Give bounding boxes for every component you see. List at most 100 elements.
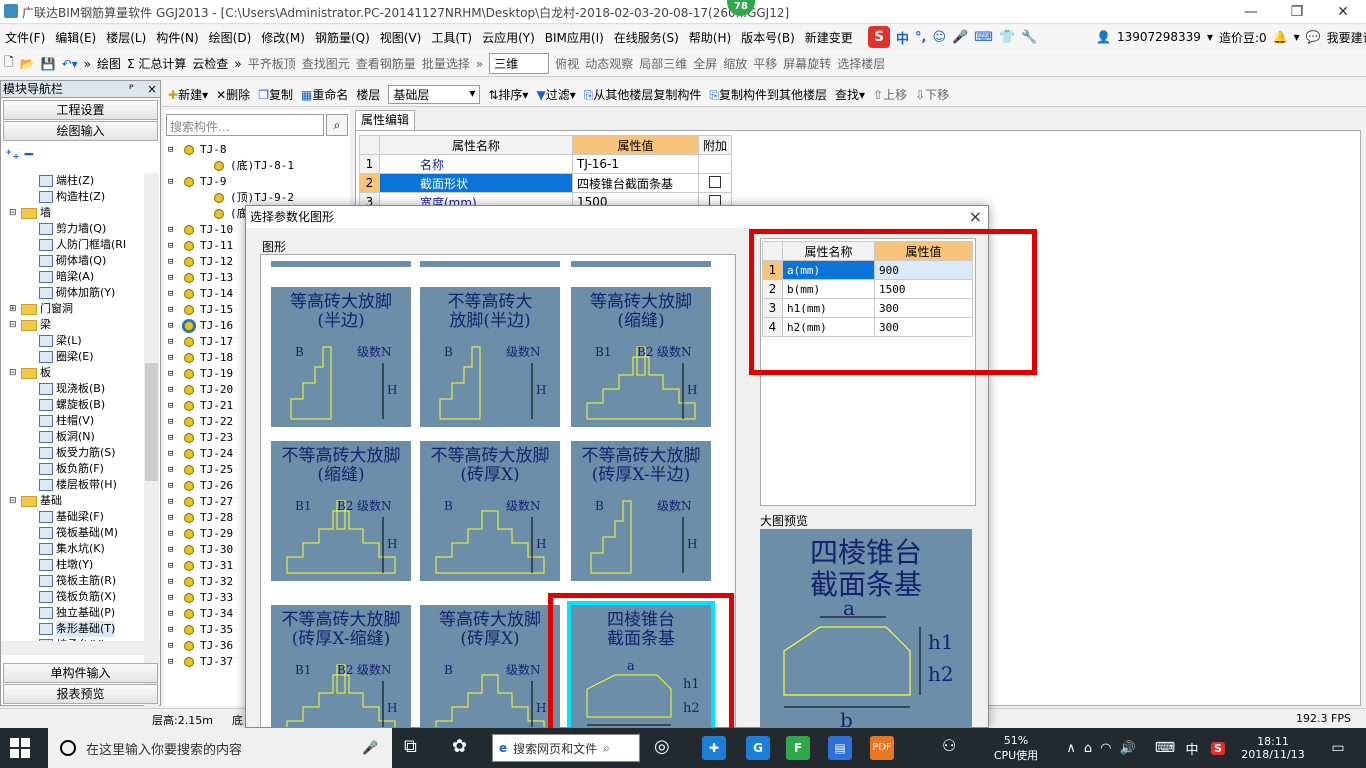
- nav-hscrollbar[interactable]: [1, 641, 160, 655]
- nav-tree-item[interactable]: 砌体加筋(Y): [5, 285, 145, 301]
- windows-start-icon[interactable]: [10, 738, 30, 758]
- bell-icon[interactable]: 🔔: [1273, 30, 1288, 44]
- expand-collapse-icon[interactable]: ⁺₊ ━: [5, 147, 33, 163]
- menu-item-4[interactable]: 绘图(D): [204, 29, 257, 46]
- expand-icon[interactable]: ⊟: [9, 365, 19, 381]
- dialog-close-icon[interactable]: ×: [969, 206, 982, 228]
- nav-tree-item[interactable]: 柱墩(Y): [5, 557, 145, 573]
- nav-scrollbar[interactable]: [144, 173, 159, 721]
- browser-icon[interactable]: ◎: [654, 736, 678, 760]
- expand-icon[interactable]: ⊟: [168, 302, 178, 318]
- chevron-up-icon[interactable]: ∧: [1066, 741, 1076, 756]
- expand-icon[interactable]: ⊟: [168, 238, 178, 254]
- view-rebar-button[interactable]: 查看钢筋量: [356, 55, 416, 72]
- draw-button[interactable]: 绘图: [97, 55, 121, 72]
- menu-item-0[interactable]: 文件(F): [0, 29, 50, 46]
- nav-tree-item[interactable]: ⊟ 墙: [5, 205, 145, 221]
- orbit-button[interactable]: 动态观察: [585, 55, 633, 72]
- shape-tile[interactable]: 等高砖大放脚 (半边) B 级数N H: [271, 287, 411, 427]
- nav-tree-item[interactable]: 条形基础(T): [5, 621, 145, 637]
- scroll-thumb[interactable]: [735, 337, 736, 573]
- expand-icon[interactable]: ⊟: [168, 494, 178, 510]
- fullscreen-button[interactable]: 全屏: [693, 55, 717, 72]
- nav-tree-item[interactable]: 柱帽(V): [5, 413, 145, 429]
- nav-tree-item[interactable]: 构造柱(Z): [5, 189, 145, 205]
- ime-lang[interactable]: 中: [896, 28, 909, 47]
- user-phone[interactable]: 13907298339: [1117, 30, 1201, 44]
- menu-item-10[interactable]: BIM应用(I): [540, 29, 609, 46]
- menu-item-5[interactable]: 修改(M): [256, 29, 310, 46]
- batch-select-button[interactable]: 批量选择: [422, 55, 470, 72]
- ggj-app-icon[interactable]: ✚: [702, 736, 726, 760]
- expand-icon[interactable]: ⊟: [168, 526, 178, 542]
- chat-icon[interactable]: 💬: [1306, 30, 1321, 44]
- nav-tree-item[interactable]: 人防门框墙(RI: [5, 237, 145, 253]
- expand-icon[interactable]: ⊟: [168, 270, 178, 286]
- cloud-check-button[interactable]: 云检查: [192, 55, 228, 72]
- table-row[interactable]: 1 名称 TJ-16-1: [359, 154, 733, 174]
- copy-to-floor-button[interactable]: ⎘复制构件到其他楼层: [709, 86, 827, 103]
- expand-icon[interactable]: ⊟: [168, 222, 178, 238]
- menu-item-1[interactable]: 编辑(E): [50, 29, 101, 46]
- nav-tree-item[interactable]: 砌体墙(Q): [5, 253, 145, 269]
- restore-icon[interactable]: ❐: [1274, 0, 1320, 24]
- expand-icon[interactable]: ⊟: [168, 318, 178, 334]
- shape-tile-partial[interactable]: [420, 261, 560, 267]
- expand-icon[interactable]: ⊟: [168, 510, 178, 526]
- pan-button[interactable]: 平移: [753, 55, 777, 72]
- nav-tree-item[interactable]: 暗梁(A): [5, 269, 145, 285]
- project-settings-button[interactable]: 工程设置: [3, 100, 158, 120]
- property-value[interactable]: 四棱锥台截面条基: [572, 173, 699, 193]
- task-view-icon[interactable]: ⧉: [404, 736, 428, 760]
- expand-icon[interactable]: ⊟: [168, 622, 178, 638]
- green-app-icon[interactable]: F: [786, 736, 810, 760]
- new-button[interactable]: ✚新建▾: [168, 86, 208, 103]
- menu-item-13[interactable]: 版本号(B): [736, 29, 800, 46]
- shape-tile[interactable]: 不等高砖大放脚 (砖厚X-半边) B 级数N H: [571, 441, 711, 581]
- rename-button[interactable]: ▦重命名: [301, 86, 348, 103]
- search-icon[interactable]: ⌕: [326, 114, 348, 136]
- network-icon[interactable]: ⌂: [1084, 741, 1092, 756]
- filter-button[interactable]: ▼过滤▾: [536, 86, 575, 103]
- drawing-input-button[interactable]: 绘图输入: [3, 121, 158, 141]
- shape-tile[interactable]: 不等高砖大 放脚(半边) B 级数N H: [420, 287, 560, 427]
- nav-tree-item[interactable]: 板洞(N): [5, 429, 145, 445]
- menu-item-11[interactable]: 在线服务(S): [609, 29, 684, 46]
- expand-icon[interactable]: ⊟: [168, 382, 178, 398]
- expand-icon[interactable]: ⊟: [168, 366, 178, 382]
- extra-cell[interactable]: [697, 154, 733, 174]
- menu-item-8[interactable]: 工具(T): [426, 29, 477, 46]
- nav-tree-item[interactable]: 剪力墙(Q): [5, 221, 145, 237]
- shape-tile-partial[interactable]: [271, 261, 411, 267]
- single-input-button[interactable]: 单构件输入: [3, 663, 158, 683]
- move-down-button[interactable]: ⇩下移: [915, 86, 949, 103]
- nav-tree-item[interactable]: ⊟ 基础: [5, 493, 145, 509]
- taskbar-search-input[interactable]: 在这里输入你要搜索的内容 🎤: [48, 728, 392, 768]
- ime-lang-indicator[interactable]: 中: [1182, 728, 1202, 768]
- volume-icon[interactable]: 🔊: [1119, 741, 1135, 756]
- top-view-button[interactable]: 俯视: [555, 55, 579, 72]
- nav-tree-item[interactable]: 独立基础(P): [5, 605, 145, 621]
- menu-item-14[interactable]: 新建变更: [800, 29, 858, 46]
- rotate-button[interactable]: 屏幕旋转: [783, 55, 831, 72]
- expand-icon[interactable]: ⊟: [168, 334, 178, 350]
- expand-icon[interactable]: ⊟: [168, 446, 178, 462]
- pdf-app-icon[interactable]: PDF: [870, 736, 894, 760]
- new-file-icon[interactable]: 🗋: [4, 53, 14, 74]
- component-tree-item[interactable]: ⊟ TJ-9: [166, 174, 346, 190]
- local-3d-button[interactable]: 局部三维: [639, 55, 687, 72]
- zoom-button[interactable]: 缩放: [723, 55, 747, 72]
- find-button[interactable]: 查找▾: [835, 86, 865, 103]
- select-floor-button[interactable]: 选择楼层: [837, 55, 885, 72]
- shape-tile[interactable]: 不等高砖大放脚 (缩缝) B1 B2 级数N H: [271, 441, 411, 581]
- more-icon[interactable]: »: [476, 57, 483, 71]
- checkbox[interactable]: [709, 175, 721, 188]
- keyboard-icon[interactable]: ⌨: [1150, 728, 1180, 768]
- copy-button[interactable]: ❐复制: [258, 86, 293, 103]
- component-tree-item[interactable]: ⊟ TJ-8: [166, 142, 346, 158]
- folder-app-icon[interactable]: ▤: [828, 736, 852, 760]
- more-icon[interactable]: »: [84, 57, 91, 71]
- notification-icon[interactable]: ▭: [1318, 728, 1358, 768]
- nav-tree-item[interactable]: 板受力筋(S): [5, 445, 145, 461]
- close-icon[interactable]: ×: [147, 81, 157, 97]
